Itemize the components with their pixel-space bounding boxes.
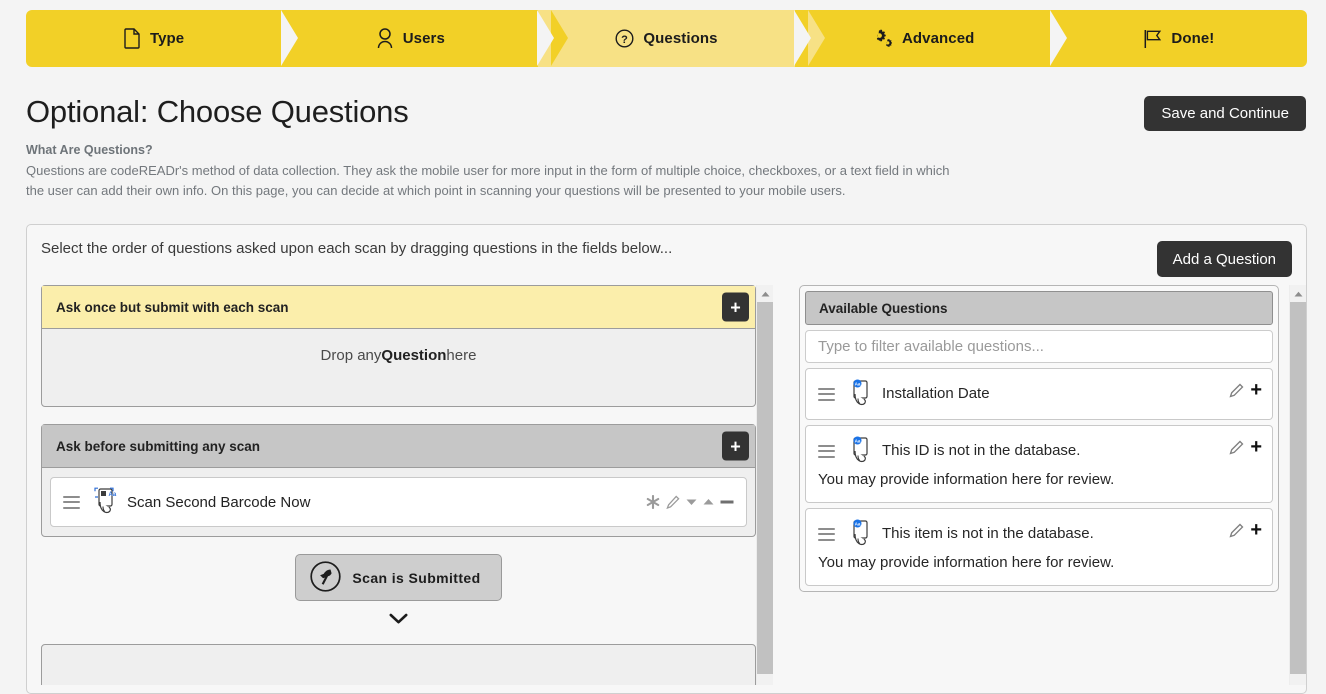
available-questions-panel: Available Questions Aa Ins bbox=[799, 285, 1279, 592]
drop-hint-prefix: Drop any bbox=[320, 347, 382, 364]
drop-hint-bold: Question bbox=[381, 347, 447, 364]
questions-card: Select the order of questions asked upon… bbox=[26, 224, 1307, 694]
available-questions-column: Available Questions Aa Ins bbox=[799, 285, 1279, 685]
page-title: Optional: Choose Questions bbox=[26, 94, 409, 129]
left-panel-scrollbar[interactable] bbox=[756, 285, 773, 685]
pencil-icon[interactable] bbox=[1229, 383, 1244, 398]
available-questions-scrollbar[interactable] bbox=[1289, 285, 1306, 685]
available-question-actions: + bbox=[1229, 520, 1262, 540]
step-wedge bbox=[295, 10, 313, 66]
scan-submitted-section: Scan is Submitted bbox=[41, 554, 756, 630]
wizard-step-label: Type bbox=[149, 30, 185, 47]
pencil-icon[interactable] bbox=[666, 495, 680, 509]
available-question-actions: + bbox=[1229, 437, 1262, 457]
drag-handle-icon[interactable] bbox=[818, 444, 835, 458]
wizard-step-done[interactable]: Done! bbox=[1050, 10, 1307, 67]
chevron-down-icon[interactable] bbox=[389, 612, 408, 630]
svg-text:Aa: Aa bbox=[855, 439, 861, 444]
question-title: This item is not in the database. bbox=[882, 525, 1094, 542]
step-wedge bbox=[807, 10, 825, 66]
dropzone-title: Ask once but submit with each scan bbox=[56, 299, 289, 315]
pencil-icon[interactable] bbox=[1229, 440, 1244, 455]
step-wedge bbox=[1063, 10, 1081, 66]
available-question-item[interactable]: Aa Installation Date + bbox=[805, 368, 1273, 420]
question-title: Installation Date bbox=[882, 385, 990, 402]
wizard-step-advanced[interactable]: Advanced bbox=[794, 10, 1081, 67]
filter-questions-input[interactable] bbox=[805, 330, 1273, 363]
phone-scan-icon: Aa bbox=[91, 487, 119, 517]
svg-text:?: ? bbox=[621, 34, 628, 46]
svg-text:Aa: Aa bbox=[109, 492, 117, 498]
drop-hint-suffix: here bbox=[446, 347, 477, 364]
wizard-step-questions[interactable]: ? Questions bbox=[538, 10, 825, 67]
question-circle-icon: ? bbox=[615, 29, 634, 48]
drag-handle-icon[interactable] bbox=[818, 527, 835, 541]
available-question-item[interactable]: Aa This item is not in the database. You… bbox=[805, 508, 1273, 586]
card-instruction: Select the order of questions asked upon… bbox=[41, 240, 673, 257]
question-title: This ID is not in the database. bbox=[882, 442, 1081, 459]
caret-up-icon[interactable] bbox=[757, 285, 773, 302]
dropzone-header: Ask once but submit with each scan + bbox=[42, 286, 755, 329]
caret-up-icon[interactable] bbox=[703, 498, 714, 506]
scrollbar-thumb[interactable] bbox=[757, 302, 773, 674]
question-label: Scan Second Barcode Now bbox=[127, 493, 311, 511]
asterisk-icon[interactable] bbox=[646, 495, 660, 509]
blurb-body: Questions are codeREADr's method of data… bbox=[26, 163, 950, 198]
file-icon bbox=[124, 28, 141, 49]
step-wedge bbox=[551, 10, 569, 66]
wizard-step-users[interactable]: Users bbox=[282, 10, 569, 67]
scan-submitted-label: Scan is Submitted bbox=[352, 569, 481, 586]
svg-text:Aa: Aa bbox=[855, 522, 861, 527]
dropzone-empty-hint: Drop any Question here bbox=[42, 329, 755, 406]
blurb-heading: What Are Questions? bbox=[26, 143, 153, 157]
phone-text-question-icon: Aa bbox=[846, 379, 874, 409]
dropzone-title: Ask before submitting any scan bbox=[56, 438, 261, 454]
plus-icon[interactable]: + bbox=[1250, 437, 1262, 457]
minus-icon[interactable] bbox=[720, 498, 734, 506]
wizard-steps: Type Users ? Questions Advanced Done! bbox=[26, 10, 1307, 67]
plus-icon[interactable]: + bbox=[722, 292, 749, 322]
plus-icon[interactable]: + bbox=[722, 431, 749, 461]
wizard-step-label: Questions bbox=[643, 30, 718, 47]
drag-handle-icon[interactable] bbox=[63, 495, 80, 509]
drag-handle-icon[interactable] bbox=[818, 387, 835, 401]
question-row-actions bbox=[646, 495, 734, 509]
available-questions-heading: Available Questions bbox=[805, 291, 1273, 325]
dropzone-ask-once[interactable]: Ask once but submit with each scan + Dro… bbox=[41, 285, 756, 407]
wizard-step-type[interactable]: Type bbox=[26, 10, 313, 67]
plus-icon[interactable]: + bbox=[1250, 520, 1262, 540]
scrollbar-thumb[interactable] bbox=[1290, 302, 1306, 674]
available-question-actions: + bbox=[1229, 380, 1262, 400]
gears-icon bbox=[871, 28, 893, 49]
wizard-step-label: Advanced bbox=[901, 30, 975, 47]
question-row[interactable]: Aa Scan Second Barcode Now bbox=[50, 477, 747, 527]
pencil-icon[interactable] bbox=[1229, 523, 1244, 538]
dropzone-header: Ask before submitting any scan + bbox=[42, 425, 755, 468]
barcode-scanner-icon bbox=[310, 560, 342, 595]
plus-icon[interactable]: + bbox=[1250, 380, 1262, 400]
save-and-continue-button[interactable]: Save and Continue bbox=[1144, 96, 1306, 131]
phone-text-question-icon: Aa bbox=[846, 519, 874, 549]
wizard-step-label: Done! bbox=[1171, 30, 1215, 47]
dropzone-ask-before-submit[interactable]: Ask before submitting any scan + Aa Scan… bbox=[41, 424, 756, 537]
svg-text:Aa: Aa bbox=[855, 382, 861, 387]
caret-down-icon[interactable] bbox=[686, 498, 697, 506]
flag-icon bbox=[1143, 29, 1162, 49]
add-a-question-button[interactable]: Add a Question bbox=[1156, 241, 1292, 277]
available-question-item[interactable]: Aa This ID is not in the database. You m… bbox=[805, 425, 1273, 503]
question-description: You may provide information here for rev… bbox=[818, 554, 1115, 571]
user-icon bbox=[376, 28, 394, 49]
caret-up-icon[interactable] bbox=[1290, 285, 1306, 302]
phone-text-question-icon: Aa bbox=[846, 436, 874, 466]
question-description: You may provide information here for rev… bbox=[818, 471, 1115, 488]
wizard-step-label: Users bbox=[402, 30, 445, 47]
scan-is-submitted-button[interactable]: Scan is Submitted bbox=[295, 554, 502, 601]
question-order-column: Ask once but submit with each scan + Dro… bbox=[41, 285, 756, 685]
dropzone-after-submit[interactable] bbox=[41, 644, 756, 685]
